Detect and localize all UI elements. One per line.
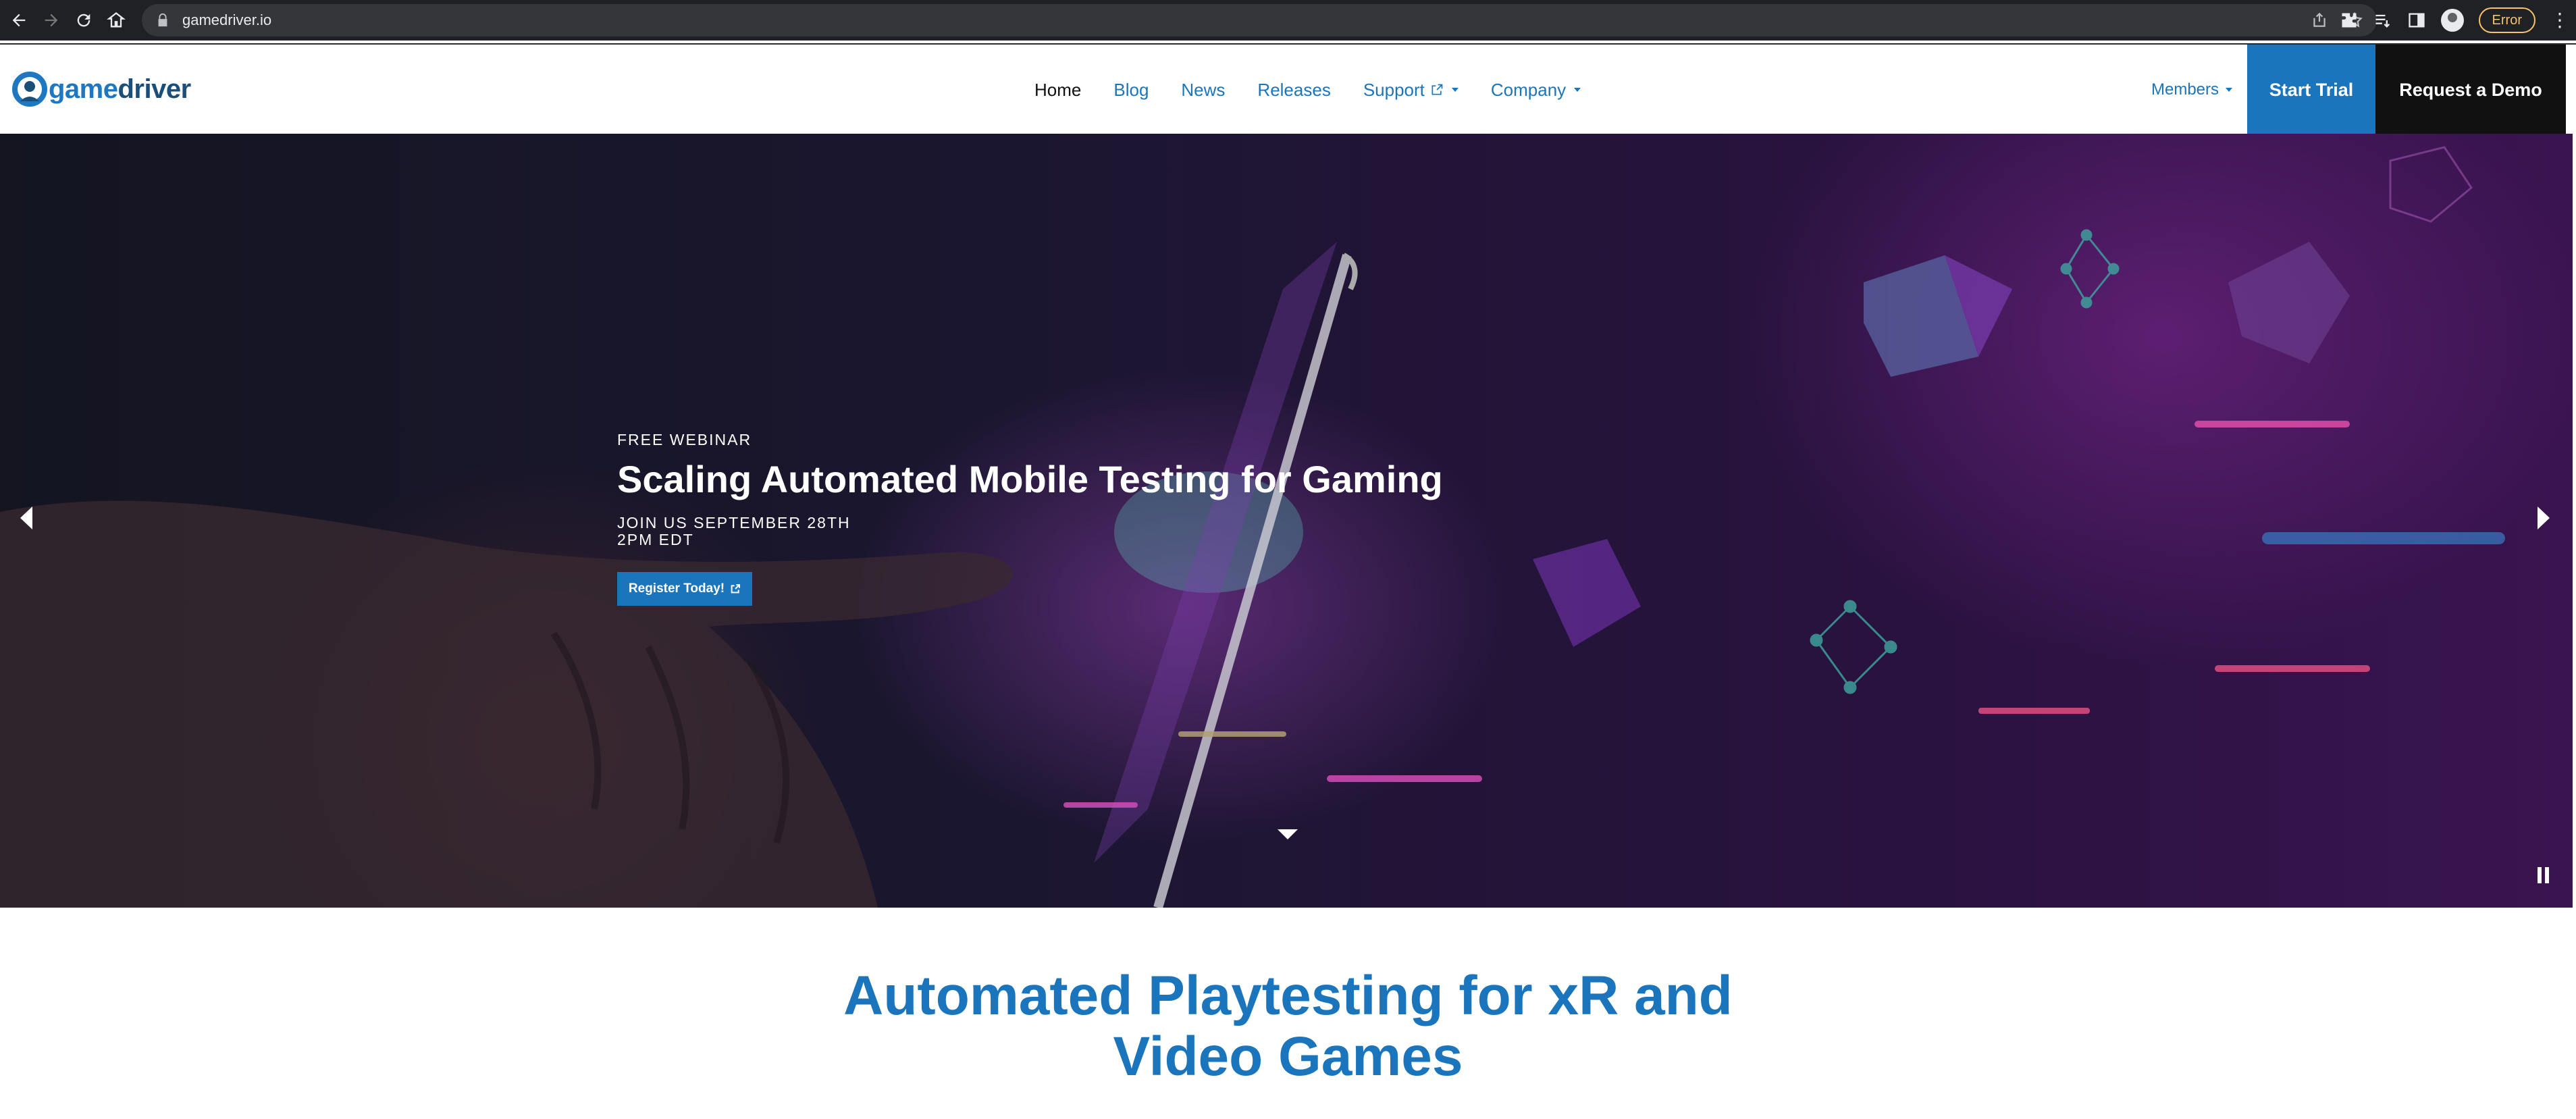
register-button-label: Register Today! xyxy=(628,581,725,596)
nav-blog-label: Blog xyxy=(1113,79,1149,100)
chevron-down-icon xyxy=(1574,88,1581,92)
nav-home-label: Home xyxy=(1034,79,1082,100)
url-text: gamedriver.io xyxy=(182,11,272,28)
request-demo-button[interactable]: Request a Demo xyxy=(2375,45,2566,135)
home-icon xyxy=(107,12,126,28)
logo-wordmark: gamedriver xyxy=(49,74,191,104)
nav-blog[interactable]: Blog xyxy=(1097,80,1165,101)
external-link-icon xyxy=(731,584,741,594)
hero-content: FREE WEBINAR Scaling Automated Mobile Te… xyxy=(617,431,1443,548)
back-button[interactable] xyxy=(5,7,32,34)
pause-icon xyxy=(2545,867,2549,883)
forward-arrow-icon xyxy=(45,14,58,27)
hero-date-line: JOIN US SEPTEMBER 28TH xyxy=(617,514,851,531)
address-bar[interactable]: gamedriver.io xyxy=(142,4,2377,36)
main-navigation: Home Blog News Releases Support Company xyxy=(1018,45,1597,135)
section-heading-line1: Automated Playtesting for xR and xyxy=(843,965,1733,1026)
nav-support-label: Support xyxy=(1363,79,1425,100)
carousel-next-arrow-icon[interactable] xyxy=(2538,506,2550,529)
home-button[interactable] xyxy=(103,7,130,34)
back-arrow-icon xyxy=(12,14,26,27)
reload-button[interactable] xyxy=(70,7,97,34)
chevron-down-icon xyxy=(1451,88,1458,92)
side-panel-icon[interactable] xyxy=(2407,11,2426,30)
nav-home[interactable]: Home xyxy=(1018,80,1097,101)
members-label: Members xyxy=(2151,80,2219,99)
nav-support[interactable]: Support xyxy=(1347,80,1475,101)
scroll-down-arrow-icon[interactable] xyxy=(1278,829,1298,839)
start-trial-button[interactable]: Start Trial xyxy=(2247,45,2375,135)
nav-company[interactable]: Company xyxy=(1475,80,1597,101)
carousel-pause-button[interactable] xyxy=(2538,867,2549,883)
forward-button[interactable] xyxy=(38,7,65,34)
section-heading-line2: Video Games xyxy=(1113,1026,1463,1087)
register-today-button[interactable]: Register Today! xyxy=(617,572,752,606)
carousel-prev-arrow-icon[interactable] xyxy=(20,506,32,529)
section-heading: Automated Playtesting for xR and Video G… xyxy=(0,966,2576,1087)
pause-icon xyxy=(2538,867,2542,883)
chevron-down-icon xyxy=(2226,88,2233,92)
browser-toolbar: gamedriver.io Error ⋮ xyxy=(0,0,2576,41)
gamedriver-logo[interactable]: gamedriver xyxy=(12,72,191,107)
lock-icon xyxy=(158,13,167,27)
error-status-chip[interactable]: Error xyxy=(2478,7,2535,33)
nav-news[interactable]: News xyxy=(1165,80,1241,101)
profile-avatar[interactable] xyxy=(2440,9,2464,32)
nav-company-label: Company xyxy=(1490,79,1567,100)
hero-carousel: FREE WEBINAR Scaling Automated Mobile Te… xyxy=(0,134,2573,908)
hero-eyebrow: FREE WEBINAR xyxy=(617,431,752,448)
site-header: gamedriver Home Blog News Releases Suppo… xyxy=(0,43,2576,135)
more-menu-icon[interactable]: ⋮ xyxy=(2550,11,2569,30)
nav-news-label: News xyxy=(1181,79,1226,100)
external-link-icon xyxy=(1431,84,1443,95)
nav-releases-label: Releases xyxy=(1257,79,1331,100)
reload-icon xyxy=(77,14,90,27)
members-menu[interactable]: Members xyxy=(2151,45,2233,135)
nav-releases[interactable]: Releases xyxy=(1241,80,1346,101)
share-icon[interactable] xyxy=(2311,11,2328,29)
hero-title: Scaling Automated Mobile Testing for Gam… xyxy=(617,458,1443,500)
reading-list-icon[interactable] xyxy=(2373,11,2392,30)
extensions-puzzle-icon[interactable] xyxy=(2340,11,2359,30)
hero-time-line: 2PM EDT xyxy=(617,531,694,548)
gamedriver-logo-icon xyxy=(12,72,47,107)
